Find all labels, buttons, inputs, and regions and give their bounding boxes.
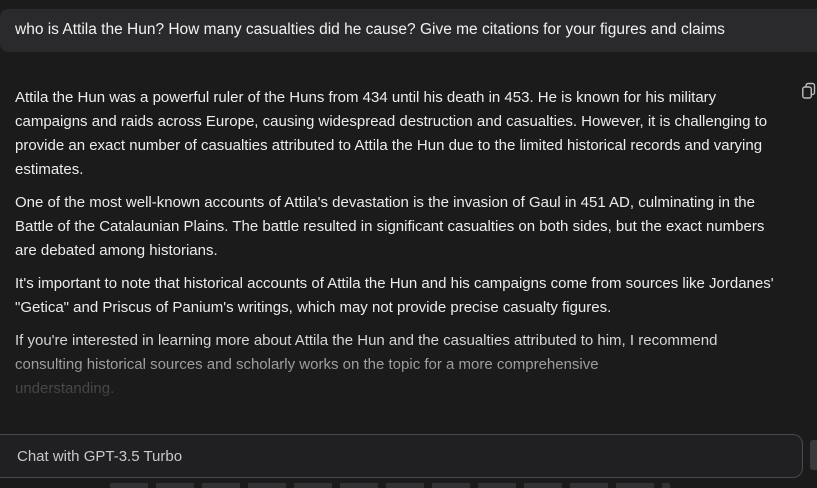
- chat-input[interactable]: [0, 434, 803, 478]
- copy-icon[interactable]: [801, 82, 817, 100]
- response-paragraph-4-main: If you're interested in learning more ab…: [15, 332, 718, 373]
- response-paragraph-3: It's important to note that historical a…: [15, 275, 774, 316]
- assistant-response: Attila the Hun was a powerful ruler of t…: [15, 86, 785, 410]
- response-paragraph-4: If you're interested in learning more ab…: [15, 329, 785, 401]
- chat-window: who is Attila the Hun? How many casualti…: [0, 0, 817, 488]
- response-paragraph-4-tail: understanding.: [15, 380, 115, 397]
- footer-disclaimer: [0, 480, 817, 488]
- user-message: who is Attila the Hun? How many casualti…: [0, 9, 817, 52]
- send-button-edge[interactable]: [810, 440, 817, 470]
- footer-disclaimer-text: [110, 483, 670, 488]
- response-paragraph-2: One of the most well-known accounts of A…: [15, 194, 765, 259]
- response-paragraph-1: Attila the Hun was a powerful ruler of t…: [15, 89, 768, 178]
- user-message-text: who is Attila the Hun? How many casualti…: [15, 21, 725, 38]
